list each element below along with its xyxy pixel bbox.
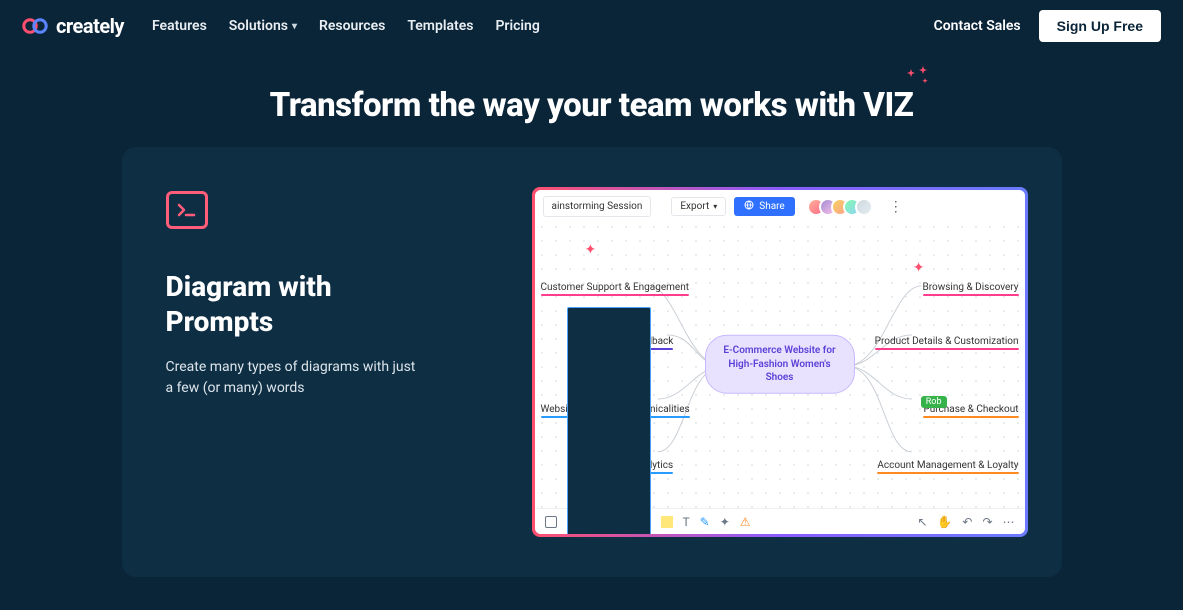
brand-logo[interactable]: creately: [22, 14, 124, 38]
mindmap-node[interactable]: Browsing & Discovery: [923, 282, 1019, 298]
collaborator-cursor-label: Rob: [921, 396, 947, 408]
mock-window-frame: ainstorming Session Export ▾ Share: [532, 187, 1028, 537]
mock-toolbar: ainstorming Session Export ▾ Share: [535, 190, 1025, 224]
warning-tool-icon[interactable]: ⚠: [740, 515, 751, 529]
caret-down-icon: ▾: [713, 202, 717, 211]
cursor-icon[interactable]: ↖: [917, 515, 927, 529]
mock-avatar-stack[interactable]: [807, 198, 873, 216]
nav-solutions-label: Solutions: [229, 18, 288, 34]
nav-pricing[interactable]: Pricing: [495, 18, 539, 34]
hero-title-text: Transform the way your team works with V…: [270, 86, 914, 125]
brand-logo-mark: [22, 17, 50, 35]
feature-title-line2: Prompts: [166, 305, 274, 338]
site-header: creately Features Solutions ▾ Resources …: [0, 0, 1183, 52]
mock-doc-title[interactable]: ainstorming Session: [543, 196, 652, 217]
feature-description: Create many types of diagrams with just …: [166, 357, 426, 399]
hand-icon[interactable]: ✋: [937, 515, 952, 529]
mock-window: ainstorming Session Export ▾ Share: [535, 190, 1025, 534]
mock-tool-row-left: T ✎ ✦ ⚠: [545, 307, 751, 535]
chevron-down-icon: ▾: [292, 21, 297, 32]
kebab-menu-icon[interactable]: ⋮: [887, 200, 905, 214]
feature-title: Diagram with Prompts: [166, 269, 496, 339]
main-nav: Features Solutions ▾ Resources Templates…: [152, 18, 540, 34]
mindmap-node-label: Customer Support & Engagement: [541, 282, 690, 293]
nav-features[interactable]: Features: [152, 18, 207, 34]
sparkle-icon: ✦: [585, 242, 597, 258]
prompt-terminal-icon: [166, 191, 208, 229]
mock-export-label: Export: [680, 201, 709, 212]
feature-card-left: Diagram with Prompts Create many types o…: [166, 191, 496, 533]
sparkle-icon: ✦: [913, 260, 925, 276]
mock-tool-row-right: ↖ ✋ ↶ ↷ ⋯: [917, 515, 1014, 529]
feature-title-line1: Diagram with: [166, 270, 332, 303]
redo-icon[interactable]: ↷: [982, 515, 992, 529]
mindmap-node[interactable]: Product Details & Customization: [875, 336, 1019, 352]
hero-section: Transform the way your team works with V…: [0, 86, 1183, 125]
hero-title: Transform the way your team works with V…: [270, 86, 914, 125]
mock-bottom-toolbar: T ✎ ✦ ⚠ ↖ ✋ ↶ ↷ ⋯: [535, 508, 1025, 534]
brand-name: creately: [56, 14, 124, 38]
mindmap-node[interactable]: Customer Support & Engagement: [541, 282, 690, 298]
shape-tool-icon[interactable]: [545, 516, 557, 528]
mindmap-node-label: Product Details & Customization: [875, 336, 1019, 347]
avatar: [855, 198, 873, 216]
pencil-tool-icon[interactable]: ✎: [700, 515, 710, 529]
undo-icon[interactable]: ↶: [962, 515, 972, 529]
contact-sales-link[interactable]: Contact Sales: [934, 18, 1021, 34]
sticky-note-tool-icon[interactable]: [661, 516, 673, 528]
mock-share-label: Share: [759, 201, 784, 212]
collaborator-cursor: Rob: [921, 396, 947, 408]
sparkle-icon: [905, 62, 931, 101]
globe-icon: [744, 200, 754, 213]
card-tool-icon[interactable]: [567, 307, 651, 535]
header-right: Contact Sales Sign Up Free: [934, 10, 1161, 42]
text-tool-icon[interactable]: T: [683, 515, 690, 529]
mindmap-node[interactable]: Account Management & Loyalty: [877, 460, 1018, 476]
mock-export-button[interactable]: Export ▾: [671, 197, 726, 216]
mindmap-node-label: Browsing & Discovery: [923, 282, 1019, 293]
more-icon[interactable]: ⋯: [1003, 515, 1015, 529]
nav-solutions[interactable]: Solutions ▾: [229, 18, 297, 34]
sparkle-tool-icon[interactable]: ✦: [720, 515, 730, 529]
mindmap-node-label: Account Management & Loyalty: [877, 460, 1018, 471]
feature-card-right: ainstorming Session Export ▾ Share: [536, 191, 1024, 533]
nav-resources[interactable]: Resources: [319, 18, 385, 34]
header-left: creately Features Solutions ▾ Resources …: [22, 14, 540, 38]
mock-share-button[interactable]: Share: [734, 197, 794, 216]
nav-templates[interactable]: Templates: [407, 18, 473, 34]
signup-button[interactable]: Sign Up Free: [1039, 10, 1161, 42]
feature-card: Diagram with Prompts Create many types o…: [122, 147, 1062, 577]
